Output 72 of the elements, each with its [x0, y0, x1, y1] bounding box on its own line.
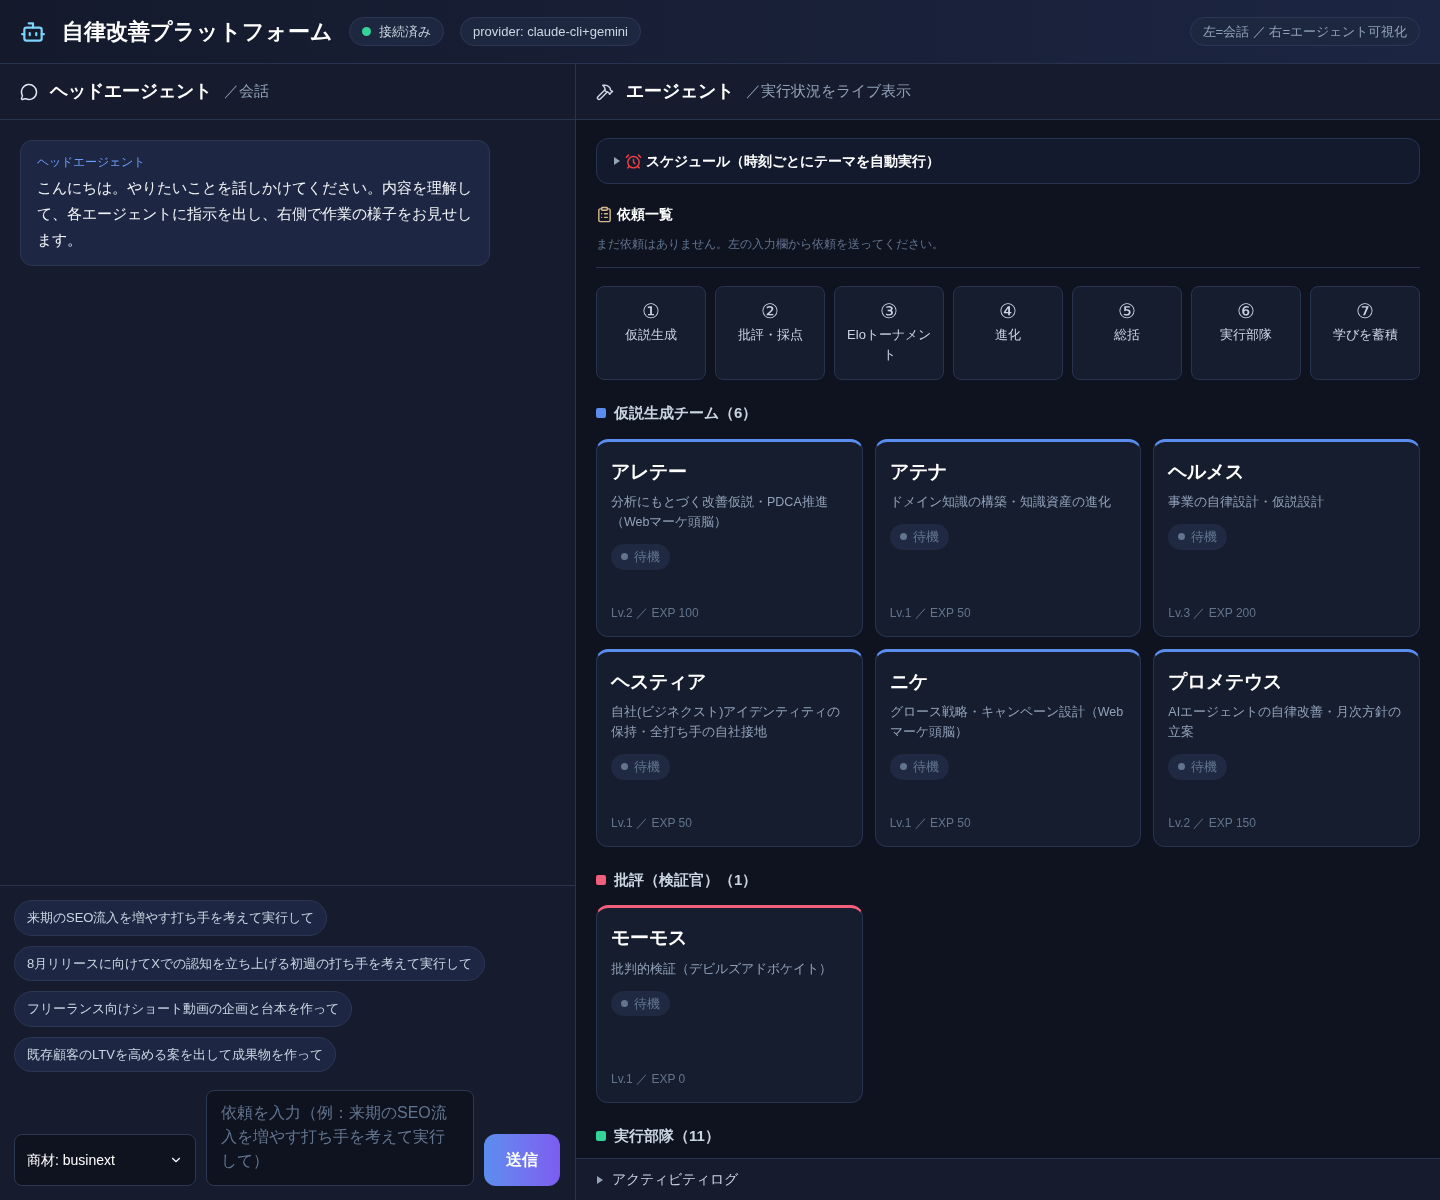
step-label: 仮説生成	[625, 326, 677, 344]
step-number: ②	[761, 299, 779, 323]
agent-role: 批判的検証（デビルズアドボケイト）	[611, 960, 833, 978]
agent-stats: Lv.1 ／ EXP 0	[611, 1071, 687, 1088]
status-badge: 待機	[1168, 754, 1228, 780]
agent-role: 自社(ビジネクスト)アイデンティティの保持・全打ち手の自社接地	[611, 704, 842, 741]
panel-title: エージェント	[626, 80, 734, 103]
status-badge: 待機	[1168, 524, 1228, 550]
group-title: 仮説生成チーム（6）	[614, 403, 758, 423]
clipboard-icon	[596, 206, 613, 223]
agent-stats: Lv.1 ／ EXP 50	[889, 814, 972, 832]
suggestion-chip[interactable]: 既存顧客のLTVを高める案を出して成果物を作って	[14, 1036, 336, 1072]
step-label: 進化	[995, 326, 1021, 344]
speech-bubble-icon	[20, 82, 38, 101]
step-label: 総括	[1114, 326, 1140, 344]
agent-stats: Lv.1 ／ EXP 50	[611, 814, 693, 832]
step-number: ①	[642, 299, 660, 323]
message-text: こんにちは。やりたいことを話しかけてください。内容を理解して、各エージェントに指示を出し、右側で作業の様子をお見せします。	[37, 178, 473, 250]
suggestion-chip[interactable]: フリーランス向けショート動画の企画と台本を作って	[14, 991, 352, 1027]
agent-stats: Lv.2 ／ EXP 100	[611, 604, 700, 622]
suggestion-chip[interactable]: 8月リリースに向けてXでの認知を立ち上げる初週の打ち手を考えて実行して	[14, 945, 485, 981]
agent-name: アレテー	[611, 459, 688, 484]
agent-stats: Lv.2 ／ EXP 150	[1168, 814, 1257, 832]
panel-title: ヘッドエージェント	[50, 80, 212, 103]
step-number: ⑦	[1356, 299, 1374, 323]
step-number: ⑥	[1237, 299, 1255, 323]
section-title: 依頼一覧	[617, 205, 673, 224]
status-badge: 待機	[889, 754, 949, 780]
agent-name: ヘスティア	[611, 669, 707, 694]
agent-name: モーモス	[611, 926, 688, 950]
agent-role: 分析にもとづく改善仮説・PDCA推進（Webマーケ頭脳）	[611, 494, 829, 531]
step-label: Eloトーナメント	[846, 326, 932, 364]
panel-subtitle: ／会話	[224, 81, 269, 102]
panel-subtitle: ／実行状況をライブ表示	[746, 81, 911, 102]
provider-badge: provider: claude-cli+gemini	[460, 16, 641, 47]
status-badge: 待機	[889, 524, 949, 550]
status-badge: 待機	[611, 990, 670, 1016]
suggestion-chip[interactable]: 来期のSEO流入を増やす打ち手を考えて実行して	[14, 900, 328, 936]
app-title: 自律改善プラットフォーム	[62, 18, 333, 46]
agent-name: アテナ	[889, 459, 948, 484]
agent-role: グロース戦略・キャンペーン設計（Webマーケ頭脳）	[889, 704, 1125, 741]
caret-icon	[613, 157, 621, 165]
agent-role: AIエージェントの自律改善・月次方針の立案	[1168, 704, 1403, 741]
agent-name: プロメテウス	[1168, 669, 1284, 694]
agent-name: ニケ	[889, 669, 929, 694]
request-input[interactable]: 依頼を入力（例：来期のSEO流入を増やす打ち手を考えて実行して）	[206, 1090, 474, 1186]
product-select[interactable]: 商材: businext	[14, 1134, 196, 1186]
group-title: 批評（検証官）（1）	[614, 869, 758, 890]
step-label: 実行部隊	[1220, 326, 1272, 344]
agent-stats: Lv.3 ／ EXP 200	[1168, 604, 1257, 622]
schedule-toggle[interactable]: スケジュール（時刻ごとにテーマを自動実行）	[596, 138, 1420, 184]
group-title: 実行部隊（11）	[614, 1126, 720, 1146]
connection-label: 接続済み	[379, 22, 431, 41]
empty-message: まだ依頼はありません。左の入力欄から依頼を送ってください。	[596, 235, 1420, 268]
step-number: ⑤	[1118, 299, 1136, 323]
hammer-icon	[596, 82, 614, 101]
step-label: 学びを蓄積	[1332, 326, 1398, 344]
status-badge: 待機	[611, 544, 670, 570]
step-number: ③	[880, 299, 898, 323]
agent-role: 事業の自律設計・仮説設計	[1168, 494, 1326, 511]
status-badge: 待機	[611, 754, 670, 780]
step-label: 批評・採点	[737, 326, 803, 344]
agent-role: ドメイン知識の構築・知識資産の進化	[889, 494, 1112, 511]
step-number: ④	[999, 299, 1017, 323]
agent-stats: Lv.1 ／ EXP 50	[889, 604, 972, 622]
alarm-clock-icon	[625, 152, 642, 170]
caret-icon	[596, 1175, 604, 1184]
layout-hint: 左=会話 ／ 右=エージェント可視化	[1189, 16, 1420, 47]
send-button[interactable]: 送信	[484, 1134, 560, 1186]
message-sender: ヘッドエージェント	[37, 154, 146, 171]
agent-name: ヘルメス	[1168, 459, 1246, 484]
activity-log-toggle[interactable]: アクティビティログ	[576, 1158, 1440, 1200]
